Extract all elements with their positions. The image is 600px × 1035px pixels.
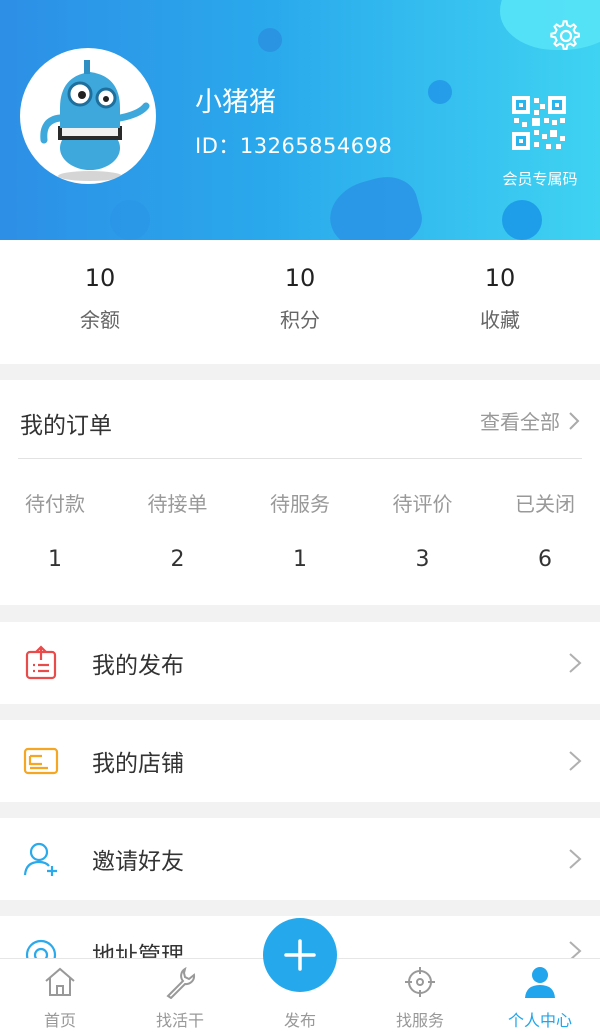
tab-label: 找服务 bbox=[395, 1011, 444, 1030]
stat-label: 积分 bbox=[280, 308, 320, 332]
chevron-right-icon bbox=[569, 653, 582, 673]
order-status-label: 待服务 bbox=[270, 492, 330, 516]
stat-value: 10 bbox=[84, 264, 116, 292]
order-status-count: 3 bbox=[415, 547, 430, 572]
qr-code-label: 会员专属码 bbox=[502, 170, 578, 188]
gear-icon[interactable] bbox=[550, 20, 582, 52]
decor-blob bbox=[322, 169, 428, 240]
stat-value: 10 bbox=[484, 264, 516, 292]
username: 小猪猪 bbox=[195, 87, 276, 118]
wrench-icon bbox=[166, 966, 196, 999]
stat-label: 余额 bbox=[80, 308, 120, 332]
plus-icon bbox=[284, 939, 316, 971]
order-status-row: 待付款 1 待接单 2 待服务 1 待评价 3 已关闭 6 bbox=[0, 488, 600, 572]
home-icon bbox=[45, 967, 75, 996]
orders-title: 我的订单 bbox=[20, 413, 112, 439]
card-icon bbox=[23, 747, 59, 775]
order-status-pending-service[interactable]: 待服务 1 bbox=[265, 488, 335, 572]
decor-bubble bbox=[110, 200, 150, 240]
decor-bubble bbox=[258, 28, 282, 52]
tab-label: 首页 bbox=[43, 1011, 76, 1030]
tab-find-service[interactable]: 找服务 bbox=[360, 959, 480, 1035]
user-icon bbox=[525, 967, 555, 998]
view-all-label: 查看全部 bbox=[480, 410, 560, 434]
orders-section: 我的订单 查看全部 待付款 1 待接单 2 待服务 1 待评价 3 已关闭 6 bbox=[0, 380, 600, 605]
tab-label: 个人中心 bbox=[507, 1011, 572, 1030]
order-status-label: 待接单 bbox=[147, 492, 208, 516]
avatar[interactable] bbox=[20, 48, 156, 184]
tab-find-work[interactable]: 找活干 bbox=[120, 959, 240, 1035]
order-status-label: 待评价 bbox=[392, 492, 453, 516]
order-status-pending-accept[interactable]: 待接单 2 bbox=[143, 488, 213, 572]
chevron-right-icon bbox=[569, 411, 580, 430]
order-status-count: 1 bbox=[293, 547, 307, 572]
order-status-count: 1 bbox=[48, 547, 62, 572]
crosshair-icon bbox=[405, 967, 435, 997]
decor-bubble bbox=[502, 200, 542, 240]
menu-item-label: 邀请好友 bbox=[92, 849, 184, 875]
order-status-count: 6 bbox=[538, 547, 552, 572]
decor-bubble bbox=[428, 80, 452, 104]
tab-profile[interactable]: 个人中心 bbox=[480, 959, 600, 1035]
qr-code-icon[interactable] bbox=[512, 96, 566, 150]
chevron-right-icon bbox=[569, 849, 582, 869]
menu-item-label: 我的店铺 bbox=[92, 751, 184, 777]
stat-value: 10 bbox=[284, 264, 316, 292]
stat-points[interactable]: 10 积分 bbox=[200, 240, 400, 364]
order-status-closed[interactable]: 已关闭 6 bbox=[510, 488, 580, 572]
tab-home[interactable]: 首页 bbox=[0, 959, 120, 1035]
tab-label: 找活干 bbox=[155, 1011, 204, 1030]
upload-doc-icon bbox=[25, 645, 57, 680]
user-id-label: ID： bbox=[195, 134, 240, 158]
profile-header: 小猪猪 ID：13265854698 会员专属码 bbox=[0, 0, 600, 240]
menu-item-label: 我的发布 bbox=[92, 653, 184, 679]
menu-item-invite-friends[interactable]: 邀请好友 bbox=[0, 818, 600, 900]
divider bbox=[18, 458, 582, 459]
publish-button[interactable] bbox=[263, 918, 337, 992]
order-status-label: 待付款 bbox=[25, 492, 85, 516]
order-status-label: 已关闭 bbox=[515, 492, 575, 516]
menu-item-my-shop[interactable]: 我的店铺 bbox=[0, 720, 600, 802]
view-all-orders-link[interactable]: 查看全部 bbox=[480, 406, 580, 435]
stat-favorites[interactable]: 10 收藏 bbox=[400, 240, 600, 364]
add-user-icon bbox=[23, 842, 57, 876]
order-status-count: 2 bbox=[170, 547, 185, 572]
user-id: ID：13265854698 bbox=[195, 130, 392, 160]
stat-balance[interactable]: 10 余额 bbox=[0, 240, 200, 364]
order-status-pending-payment[interactable]: 待付款 1 bbox=[20, 488, 90, 572]
chevron-right-icon bbox=[569, 751, 582, 771]
user-id-value: 13265854698 bbox=[239, 134, 393, 158]
tab-label: 发布 bbox=[283, 1011, 316, 1030]
menu-item-my-posts[interactable]: 我的发布 bbox=[0, 622, 600, 704]
stat-label: 收藏 bbox=[480, 308, 520, 332]
stats-bar: 10 余额 10 积分 10 收藏 bbox=[0, 240, 600, 364]
order-status-pending-review[interactable]: 待评价 3 bbox=[388, 488, 458, 572]
